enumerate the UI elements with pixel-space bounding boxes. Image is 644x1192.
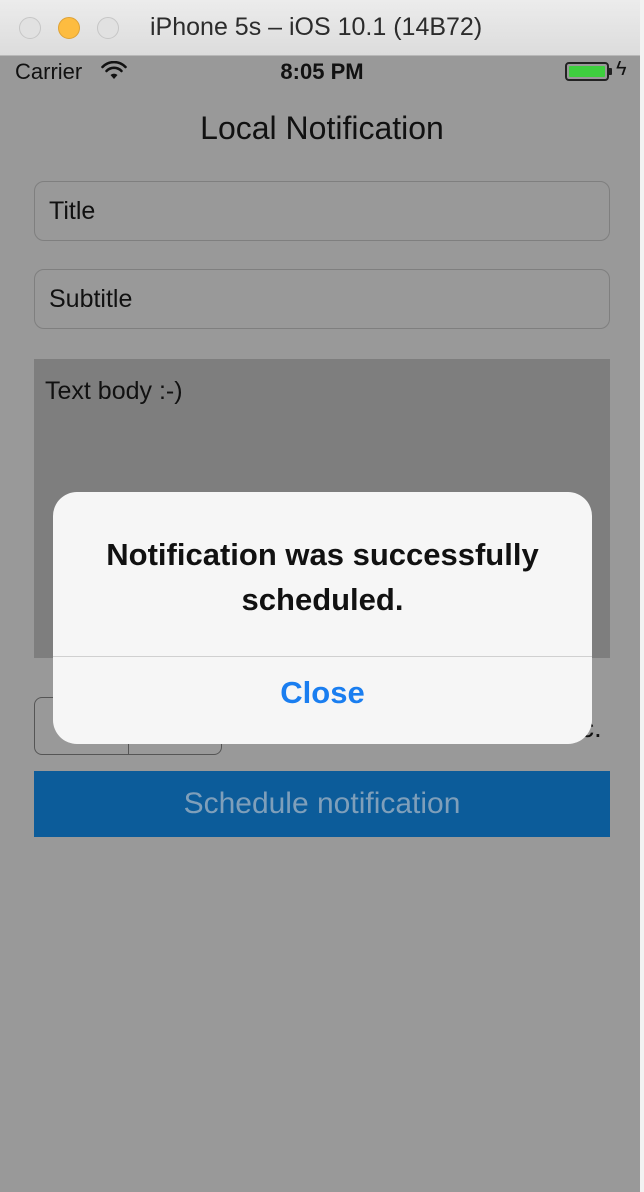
window-title: iPhone 5s – iOS 10.1 (14B72) — [150, 13, 483, 41]
battery-icon — [565, 62, 609, 81]
close-window-button[interactable] — [19, 17, 41, 39]
schedule-notification-button[interactable]: Schedule notification — [34, 771, 610, 837]
alert-close-button[interactable]: Close — [53, 657, 592, 744]
battery-nub — [609, 68, 612, 75]
title-placeholder: Title — [49, 197, 96, 225]
alert-dialog: Notification was successfully scheduled.… — [53, 492, 592, 744]
subtitle-input[interactable]: Subtitle — [34, 269, 610, 329]
ios-status-bar: Carrier 8:05 PM ϟ — [0, 56, 644, 90]
status-time: 8:05 PM — [280, 59, 364, 84]
window-edge — [640, 0, 644, 1192]
minimize-window-button[interactable] — [58, 17, 80, 39]
charging-bolt-icon: ϟ — [616, 58, 627, 80]
page-title: Local Notification — [200, 110, 444, 146]
schedule-button-label: Schedule notification — [183, 787, 461, 820]
subtitle-placeholder: Subtitle — [49, 285, 133, 313]
simulator-window: iPhone 5s – iOS 10.1 (14B72) Carrier 8:0… — [0, 0, 644, 1192]
alert-message: Notification was successfully scheduled. — [106, 537, 539, 617]
title-input[interactable]: Title — [34, 181, 610, 241]
zoom-window-button[interactable] — [97, 17, 119, 39]
body-text: Text body :-) — [45, 377, 183, 405]
window-title-bar[interactable]: iPhone 5s – iOS 10.1 (14B72) — [0, 0, 644, 56]
